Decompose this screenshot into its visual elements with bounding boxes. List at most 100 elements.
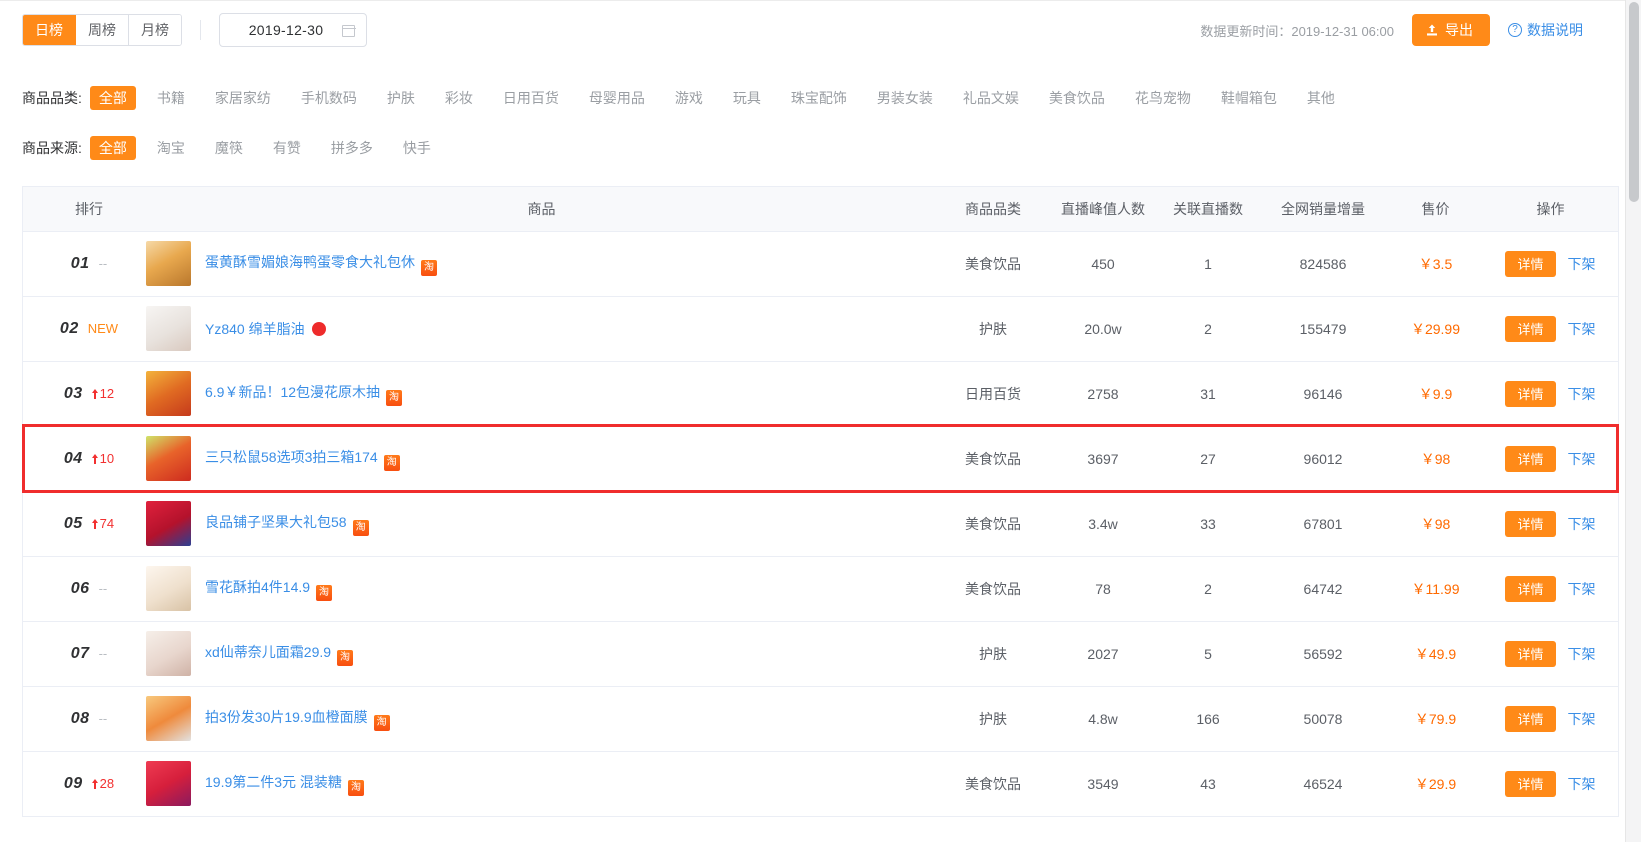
table-row[interactable]: 01 -- 蛋黄酥雪媚娘海鸭蛋零食大礼包休淘 美食饮品 450 1 824586 ￥3.5 详情… [23,231,1618,297]
table-row[interactable]: 06 -- 雪花酥拍4件14.9 淘 美食饮品 78 2 64742 ￥11.99 详情 下架 [23,556,1618,622]
tab-monthly[interactable]: 月榜 [129,15,181,45]
detail-button[interactable]: 详情 [1505,575,1556,602]
detail-button[interactable]: 详情 [1505,250,1556,277]
product-title-link[interactable]: 拍3份发30片19.9血橙面膜 [205,709,368,725]
th-category: 商品品类 [938,187,1048,232]
product-title-link[interactable]: xd仙蒂奈儿面霜29.9 [205,644,331,660]
cell-category: 日用百货 [938,361,1048,427]
product-thumbnail[interactable] [146,501,191,546]
offshelf-link[interactable]: 下架 [1568,774,1596,794]
source-chip-taobao[interactable]: 淘宝 [148,136,194,160]
category-chip-games[interactable]: 游戏 [666,86,712,110]
offshelf-link[interactable]: 下架 [1568,644,1596,664]
product-title-link[interactable]: 三只松鼠58选项3拍三箱174 [205,449,378,465]
product-thumbnail[interactable] [146,436,191,481]
offshelf-link[interactable]: 下架 [1568,579,1596,599]
detail-button[interactable]: 详情 [1505,640,1556,667]
category-chip-phone-digital[interactable]: 手机数码 [292,86,366,110]
source-chip-kuaishou[interactable]: 快手 [394,136,440,160]
cell-sales-increment: 155479 [1258,296,1388,362]
detail-button[interactable]: 详情 [1505,315,1556,342]
export-button[interactable]: 导出 [1412,14,1490,46]
product-thumbnail[interactable] [146,696,191,741]
tab-weekly[interactable]: 周榜 [76,15,129,45]
rank-number: 06 [70,579,90,597]
toolbar-divider [200,20,201,40]
detail-button[interactable]: 详情 [1505,445,1556,472]
action-cell: 详情 下架 [1484,770,1617,797]
category-chip-shoes-bags[interactable]: 鞋帽箱包 [1212,86,1286,110]
cell-live-count: 2 [1158,556,1258,622]
product-thumbnail[interactable] [146,566,191,611]
product-thumbnail[interactable] [146,371,191,416]
product-title-link[interactable]: 6.9￥新品！12包漫花原木抽 [205,384,380,400]
category-chip-makeup[interactable]: 彩妆 [436,86,482,110]
category-chip-others[interactable]: 其他 [1298,86,1344,110]
arrow-up-icon [91,778,99,789]
detail-button[interactable]: 详情 [1505,510,1556,537]
source-chip-all[interactable]: 全部 [89,136,136,160]
product-title-link[interactable]: 19.9第二件3元 混装糖 [205,774,342,790]
offshelf-link[interactable]: 下架 [1568,709,1596,729]
cell-rank: 08 -- [23,686,128,752]
cell-rank: 03 12 [23,361,128,427]
offshelf-link[interactable]: 下架 [1568,254,1596,274]
price-value: ￥98 [1420,515,1451,532]
category-chip-clothing[interactable]: 男装女装 [868,86,942,110]
product-thumbnail[interactable] [146,241,191,286]
category-chip-gifts-culture[interactable]: 礼品文娱 [954,86,1028,110]
offshelf-link[interactable]: 下架 [1568,514,1596,534]
table-row[interactable]: 04 10 三只松鼠58选项3拍三箱174 淘 美食饮品 3697 27 96012 ￥98 详情… [23,426,1618,492]
th-rank: 排行 [23,187,128,232]
tab-daily[interactable]: 日榜 [23,15,76,45]
rank-change-indicator: 74 [91,516,114,531]
product-title-link[interactable]: Yz840 绵羊脂油 [205,321,305,337]
vertical-scrollbar[interactable] [1625,0,1641,842]
category-chip-maternal-baby[interactable]: 母婴用品 [580,86,654,110]
detail-button[interactable]: 详情 [1505,705,1556,732]
upload-icon [1425,23,1439,37]
detail-button[interactable]: 详情 [1505,770,1556,797]
table-row[interactable]: 03 12 6.9￥新品！12包漫花原木抽淘 日用百货 2758 31 96146 ￥9.9 详… [23,361,1618,427]
scrollbar-thumb[interactable] [1629,2,1639,202]
source-chip-youzan[interactable]: 有赞 [264,136,310,160]
th-lives: 关联直播数 [1158,187,1258,232]
offshelf-link[interactable]: 下架 [1568,449,1596,469]
category-chip-toys[interactable]: 玩具 [724,86,770,110]
cell-peak-viewers: 78 [1048,556,1158,622]
product-title-link[interactable]: 良品铺子坚果大礼包58 [205,514,347,530]
category-chip-books[interactable]: 书籍 [148,86,194,110]
category-chip-home-textiles[interactable]: 家居家纺 [206,86,280,110]
table-row[interactable]: 05 74 良品铺子坚果大礼包58 淘 美食饮品 3.4w 33 67801 ￥98 详情 下架 [23,491,1618,557]
category-chip-pets[interactable]: 花鸟宠物 [1126,86,1200,110]
table-row[interactable]: 02 NEW Yz840 绵羊脂油 护肤 20.0w 2 155479 ￥29.99 详情 下架 [23,296,1618,362]
product-thumbnail[interactable] [146,631,191,676]
table-row[interactable]: 08 -- 拍3份发30片19.9血橙面膜淘 护肤 4.8w 166 50078 ￥79.9 详… [23,686,1618,752]
data-description-link[interactable]: ? 数据说明 [1508,20,1583,40]
table-row[interactable]: 09 28 19.9第二件3元 混装糖淘 美食饮品 3549 43 46524 ￥29.9 详情… [23,751,1618,817]
product-title-link[interactable]: 雪花酥拍4件14.9 [205,579,310,595]
offshelf-link[interactable]: 下架 [1568,384,1596,404]
source-chip-mokuai[interactable]: 魔筷 [206,136,252,160]
product-thumbnail[interactable] [146,306,191,351]
source-chip-pinduoduo[interactable]: 拼多多 [322,136,382,160]
date-picker[interactable]: 2019-12-30 [219,13,367,47]
date-picker-value: 2019-12-30 [248,22,324,38]
table-row[interactable]: 07 -- xd仙蒂奈儿面霜29.9 淘 护肤 2027 5 56592 ￥49.9 详情 下架 [23,621,1618,687]
cell-live-count: 2 [1158,296,1258,362]
category-chip-all[interactable]: 全部 [89,86,136,110]
category-chip-jewelry[interactable]: 珠宝配饰 [782,86,856,110]
detail-button[interactable]: 详情 [1505,380,1556,407]
product-title-link[interactable]: 蛋黄酥雪媚娘海鸭蛋零食大礼包休 [205,254,415,270]
category-chip-daily-goods[interactable]: 日用百货 [494,86,568,110]
category-chip-skincare[interactable]: 护肤 [378,86,424,110]
cell-price: ￥9.9 [1388,361,1483,427]
cell-peak-viewers: 2027 [1048,621,1158,687]
product-cell: 19.9第二件3元 混装糖淘 [146,761,937,806]
product-thumbnail[interactable] [146,761,191,806]
category-chip-food-drink[interactable]: 美食饮品 [1040,86,1114,110]
cell-live-count: 166 [1158,686,1258,752]
cell-product: 蛋黄酥雪媚娘海鸭蛋零食大礼包休淘 [128,231,938,297]
cell-product: Yz840 绵羊脂油 [128,296,938,362]
offshelf-link[interactable]: 下架 [1568,319,1596,339]
